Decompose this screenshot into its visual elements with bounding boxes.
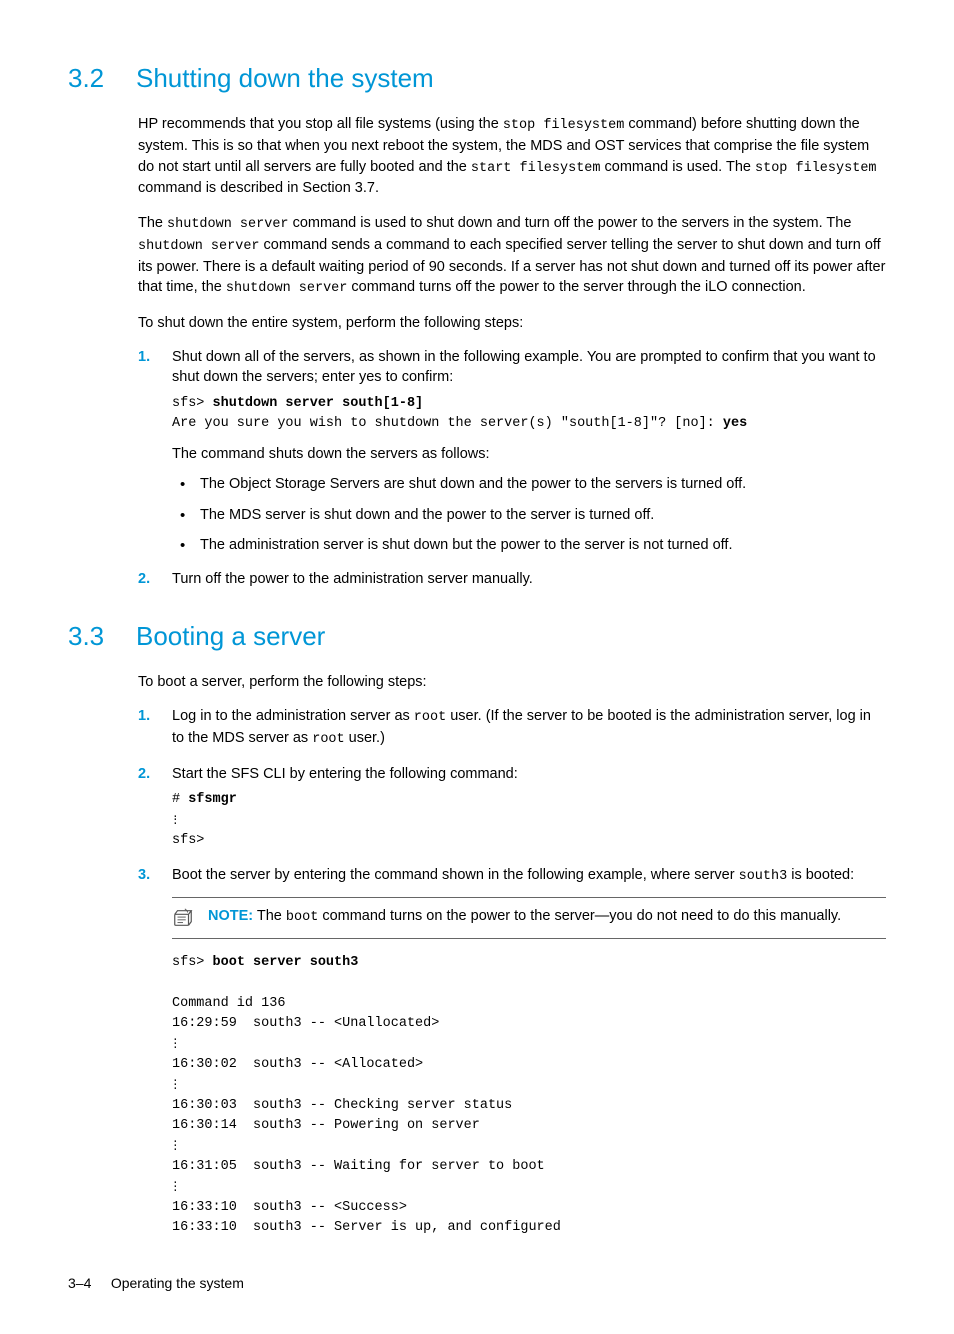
list-item: 1. Shut down all of the servers, as show…	[138, 347, 886, 555]
step-text: Start the SFS CLI by entering the follow…	[172, 766, 518, 782]
inline-code: shutdown server	[167, 217, 289, 232]
vertical-dots-icon: ...	[172, 1177, 179, 1195]
page-footer: 3–4 Operating the system	[68, 1274, 886, 1294]
inline-code: start filesystem	[471, 161, 601, 176]
section-title: Booting a server	[136, 618, 325, 654]
list-item: The administration server is shut down b…	[172, 535, 886, 555]
para-recommend: HP recommends that you stop all file sys…	[138, 114, 886, 198]
section-number: 3.2	[68, 60, 136, 96]
section-3-2-heading: 3.2 Shutting down the system	[68, 60, 886, 96]
note-callout: NOTE: The boot command turns on the powe…	[172, 897, 886, 939]
text: command turns off the power to the serve…	[347, 279, 805, 295]
inline-code: root	[312, 732, 344, 747]
step-number: 1.	[138, 347, 150, 367]
code-output: Command id 136	[172, 996, 285, 1011]
code-output: 16:30:02 south3 -- <Allocated>	[172, 1057, 423, 1072]
inline-code: root	[414, 710, 446, 725]
inline-code: shutdown server	[226, 281, 348, 296]
text: is booted:	[787, 867, 854, 883]
vertical-dots-icon: ...	[172, 1034, 179, 1052]
inline-code: stop filesystem	[503, 118, 625, 133]
code-output: 16:30:14 south3 -- Powering on server	[172, 1118, 480, 1133]
list-item: The Object Storage Servers are shut down…	[172, 474, 886, 494]
text: The	[253, 908, 286, 924]
step-text: Turn off the power to the administration…	[172, 571, 533, 587]
shutdown-steps-list: 1. Shut down all of the servers, as show…	[138, 347, 886, 590]
vertical-dots-icon: ...	[172, 1136, 179, 1154]
page-number: 3–4	[68, 1275, 91, 1291]
code-block-sfsmgr: # sfsmgr ... sfs>	[172, 790, 886, 851]
boot-steps-list: 1. Log in to the administration server a…	[138, 706, 886, 1238]
inline-code: boot	[286, 910, 318, 925]
step-number: 2.	[138, 569, 150, 589]
section-3-3-heading: 3.3 Booting a server	[68, 618, 886, 654]
code-output: Are you sure you wish to shutdown the se…	[172, 416, 723, 431]
text: command is described in Section 3.7.	[138, 180, 379, 196]
list-item: 3. Boot the server by entering the comma…	[138, 865, 886, 1238]
code-output: 16:31:05 south3 -- Waiting for server to…	[172, 1159, 545, 1174]
step-number: 3.	[138, 865, 150, 885]
para-shutdown-desc: The shutdown server command is used to s…	[138, 213, 886, 299]
chapter-title: Operating the system	[111, 1275, 244, 1291]
code-output: sfs>	[172, 833, 204, 848]
code-command: boot server south3	[213, 955, 359, 970]
para-steps-intro: To shut down the entire system, perform …	[138, 313, 886, 333]
inline-code: shutdown server	[138, 239, 260, 254]
step-text: Shut down all of the servers, as shown i…	[172, 349, 876, 385]
para-boot-intro: To boot a server, perform the following …	[138, 672, 886, 692]
code-command: shutdown server south[1-8]	[213, 396, 424, 411]
step-subtext: The command shuts down the servers as fo…	[172, 444, 886, 464]
text: The	[138, 215, 167, 231]
text: command is used. The	[601, 159, 755, 175]
step-number: 2.	[138, 764, 150, 784]
code-output: 16:30:03 south3 -- Checking server statu…	[172, 1098, 512, 1113]
code-block-shutdown: sfs> shutdown server south[1-8] Are you …	[172, 394, 886, 435]
code-prompt: #	[172, 792, 188, 807]
section-title: Shutting down the system	[136, 60, 434, 96]
vertical-dots-icon: ...	[172, 811, 179, 829]
text: HP recommends that you stop all file sys…	[138, 116, 503, 132]
code-input: yes	[723, 416, 747, 431]
code-output: 16:33:10 south3 -- Server is up, and con…	[172, 1220, 561, 1235]
code-block-boot: sfs> boot server south3 Command id 136 1…	[172, 953, 886, 1238]
text: user.)	[345, 730, 385, 746]
code-prompt: sfs>	[172, 955, 213, 970]
note-icon	[172, 908, 194, 928]
text: command turns on the power to the server…	[318, 908, 841, 924]
code-output: 16:29:59 south3 -- <Unallocated>	[172, 1016, 439, 1031]
list-item: 2. Turn off the power to the administrat…	[138, 569, 886, 589]
inline-code: south3	[739, 869, 788, 884]
text: Boot the server by entering the command …	[172, 867, 739, 883]
code-output: 16:33:10 south3 -- <Success>	[172, 1200, 407, 1215]
shutdown-effects-list: The Object Storage Servers are shut down…	[172, 474, 886, 555]
text: command is used to shut down and turn of…	[289, 215, 852, 231]
list-item: The MDS server is shut down and the powe…	[172, 505, 886, 525]
section-number: 3.3	[68, 618, 136, 654]
code-command: sfsmgr	[188, 792, 237, 807]
note-content: NOTE: The boot command turns on the powe…	[208, 906, 841, 928]
list-item: 2. Start the SFS CLI by entering the fol…	[138, 764, 886, 851]
list-item: 1. Log in to the administration server a…	[138, 706, 886, 750]
inline-code: stop filesystem	[755, 161, 877, 176]
note-label: NOTE:	[208, 908, 253, 924]
text: Log in to the administration server as	[172, 708, 414, 724]
vertical-dots-icon: ...	[172, 1075, 179, 1093]
step-number: 1.	[138, 706, 150, 726]
code-prompt: sfs>	[172, 396, 213, 411]
